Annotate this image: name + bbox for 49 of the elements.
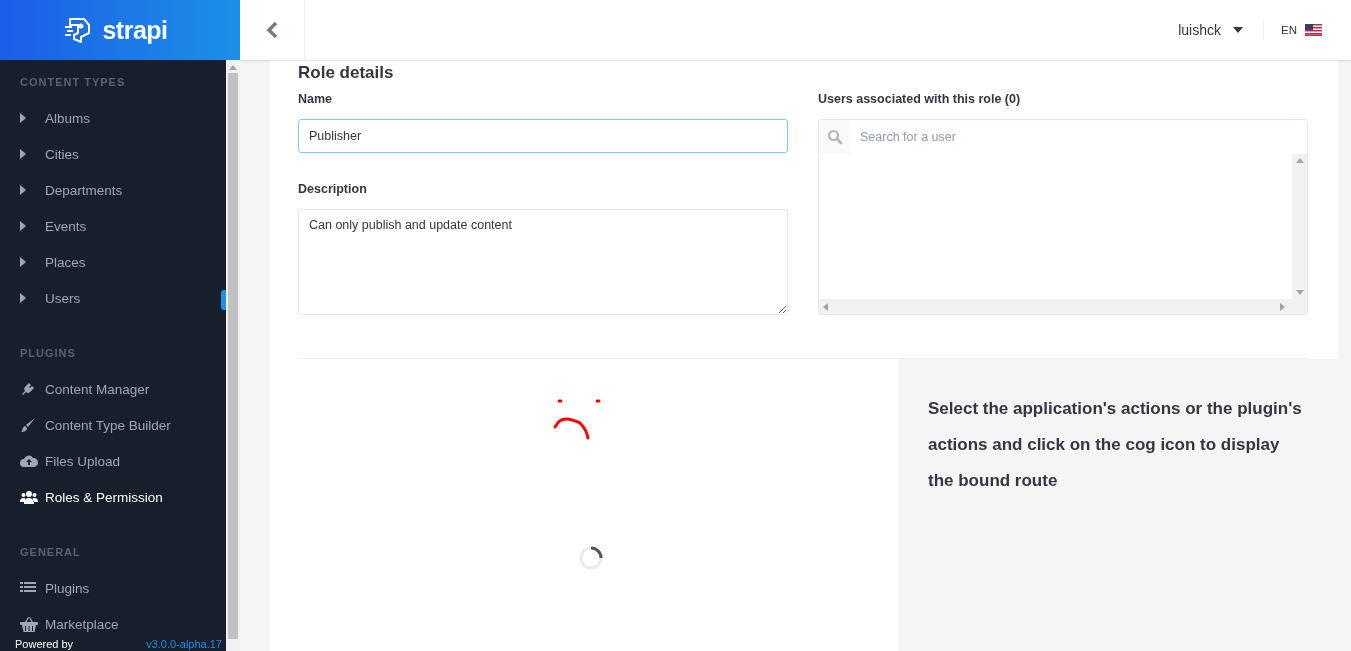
sidebar-item[interactable]: Files Upload xyxy=(0,443,221,479)
logo-text: strapi xyxy=(102,15,168,45)
brush-icon xyxy=(20,417,36,433)
section-heading: Role details xyxy=(298,62,395,84)
users-icon xyxy=(20,490,38,504)
plug-icon xyxy=(20,381,36,397)
chevron-left-icon xyxy=(266,21,278,39)
caret-icon xyxy=(20,257,26,267)
flag-icon xyxy=(1305,24,1322,36)
cloud-upload-icon xyxy=(20,454,38,468)
description-textarea[interactable]: Can only publish and update content xyxy=(298,209,788,315)
section-title: GENERAL xyxy=(20,545,82,559)
user-menu[interactable]: luishck xyxy=(1178,22,1243,38)
sidebar-item[interactable]: Cities xyxy=(0,136,221,172)
sidebar-item[interactable]: Content Manager xyxy=(0,371,221,407)
info-text: Select the application's actions or the plugin's actions and click on the cog icon to display the bound route xyxy=(928,398,1303,492)
sidebar-item[interactable]: Albums xyxy=(0,100,221,136)
section-title: PLUGINS xyxy=(20,346,77,360)
search-icon xyxy=(826,129,843,145)
caret-icon xyxy=(20,149,26,159)
back-button[interactable] xyxy=(240,0,305,60)
field-label: Description xyxy=(298,181,368,197)
basket-icon xyxy=(20,616,38,632)
loading-spinner-icon xyxy=(578,545,604,571)
list-icon xyxy=(20,581,36,595)
caret-icon xyxy=(20,293,26,303)
sidebar-item[interactable]: Events xyxy=(0,208,221,244)
caret-icon xyxy=(20,185,26,195)
caret-icon xyxy=(20,113,26,123)
edge-marker xyxy=(221,290,226,310)
sidebar-item[interactable]: Roles & Permission xyxy=(0,479,221,515)
language-selector[interactable]: EN xyxy=(1281,24,1322,36)
scrollbar[interactable] xyxy=(1292,154,1307,299)
field-label: Users associated with this role (0) xyxy=(818,91,1022,107)
sidebar-item[interactable]: Departments xyxy=(0,172,221,208)
scrollbar[interactable] xyxy=(819,299,1307,314)
name-input[interactable]: Publisher xyxy=(298,119,788,153)
sidebar-item[interactable]: Users xyxy=(0,280,221,316)
sidebar-item[interactable]: Plugins xyxy=(0,570,221,606)
scrollbar[interactable] xyxy=(226,60,240,651)
sidebar-item[interactable]: Places xyxy=(0,244,221,280)
section-title: CONTENT TYPES xyxy=(20,75,127,89)
logo-icon xyxy=(62,15,93,45)
caret-icon xyxy=(20,221,26,231)
sidebar-item[interactable]: Content Type Builder xyxy=(0,407,221,443)
version-link[interactable]: v3.0.0-alpha.17 xyxy=(146,637,222,651)
powered-by-text: Powered by xyxy=(15,637,74,651)
caret-icon xyxy=(1233,27,1243,33)
field-label: Name xyxy=(298,91,334,107)
